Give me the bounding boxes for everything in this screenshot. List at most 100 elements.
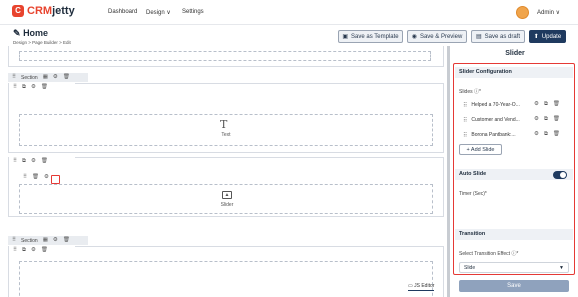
trash-icon[interactable]: 🗑 — [41, 158, 48, 165]
logo-jetty: jetty — [52, 5, 75, 17]
drag-handle-icon[interactable]: ⠿ — [13, 158, 17, 165]
columns-icon[interactable]: ▦ — [43, 74, 48, 81]
draft-icon: ▤ — [475, 34, 482, 40]
trash-icon[interactable]: 🗑 — [63, 74, 70, 81]
row-toolbar: ⠿ ⧉ ⚙ 🗑 — [9, 83, 75, 92]
drag-handle-icon[interactable]: ⠿ — [12, 74, 16, 81]
panel-title: Slider — [505, 50, 525, 57]
breadcrumb: Design > Page Builder > Edit — [13, 40, 71, 45]
page-title: ✎ Home — [13, 28, 48, 39]
trash-icon[interactable]: 🗑 — [41, 247, 48, 254]
caret-down-icon: ▼ — [559, 265, 564, 271]
slider-element[interactable]: ▲ Slider — [19, 184, 433, 214]
slide-title: Borona Pantbank:... — [471, 132, 516, 138]
copy-icon[interactable]: ⧉ — [22, 247, 26, 254]
slides-label: Slides ⓘ* — [459, 89, 481, 95]
canvas-scrollbar[interactable] — [447, 46, 450, 297]
columns-icon[interactable]: ▦ — [43, 237, 48, 244]
section-slider[interactable]: ⠿ ⧉ ⚙ 🗑 ⠿ 🗑 ⚙ ▲ Slider — [8, 157, 444, 217]
gear-icon[interactable]: ⚙ — [53, 237, 58, 244]
save-preview-label: Save & Preview — [419, 33, 463, 40]
text-element[interactable]: T Text — [19, 114, 433, 146]
trash-icon[interactable]: 🗑 — [63, 237, 70, 244]
save-icon: ▣ — [342, 34, 349, 40]
settings-icon[interactable]: ⚙ — [44, 174, 49, 181]
top-navbar: C CRM jetty Dashboard Design ∨ Settings A… — [0, 0, 578, 25]
logo-crm: CRM — [27, 5, 53, 17]
gear-icon[interactable]: ⚙ — [534, 102, 539, 108]
section-text[interactable]: ⠿ ⧉ ⚙ 🗑 T Text — [8, 83, 444, 153]
gear-icon[interactable]: ⚙ — [31, 84, 36, 91]
copy-icon[interactable]: ⧉ — [544, 102, 548, 108]
trash-icon[interactable]: 🗑 — [32, 174, 39, 181]
update-button[interactable]: ⬆ Update — [529, 30, 566, 43]
eye-icon: ◉ — [411, 34, 417, 40]
dropzone[interactable] — [19, 51, 431, 61]
trash-icon[interactable]: 🗑 — [41, 84, 48, 91]
copy-icon[interactable]: ⧉ — [544, 117, 548, 123]
trash-icon[interactable]: 🗑 — [553, 102, 560, 108]
save-as-draft-button[interactable]: ▤ Save as draft — [471, 30, 525, 43]
nav-settings[interactable]: Settings — [182, 9, 204, 15]
auto-slide-toggle[interactable] — [553, 171, 567, 179]
avatar[interactable] — [516, 6, 529, 19]
slide-title: Helped a 70-Year-O... — [471, 102, 520, 108]
drag-handle-icon[interactable]: ⠿ — [13, 247, 17, 254]
trash-icon[interactable]: 🗑 — [553, 132, 560, 138]
code-icon: ▭ — [408, 283, 413, 289]
crmjetty-logo[interactable]: C CRM jetty — [12, 5, 75, 17]
drag-handle-icon[interactable]: ⠿ — [463, 132, 467, 139]
text-element-label: Text — [221, 132, 231, 138]
transition-effect-value: Slide — [464, 265, 476, 271]
drag-handle-icon[interactable]: ⠿ — [12, 237, 16, 244]
slide-item[interactable]: ⠿ Borona Pantbank:... ⚙ ⧉ 🗑 — [463, 130, 560, 140]
dropzone[interactable] — [19, 261, 433, 297]
nav-design[interactable]: Design ∨ — [146, 9, 171, 16]
gear-icon[interactable]: ⚙ — [31, 247, 36, 254]
js-editor-label: JS Editor — [414, 283, 435, 289]
slider-configuration-header: Slider Configuration — [455, 67, 573, 78]
user-menu[interactable]: Admin ∨ — [537, 9, 560, 16]
add-slide-button[interactable]: + Add Slide — [459, 144, 502, 155]
section-toolbar: ⠿ Section ▦ ⚙ 🗑 — [8, 73, 88, 82]
drag-handle-icon[interactable]: ⠿ — [463, 102, 467, 109]
copy-icon[interactable]: ⧉ — [22, 158, 26, 165]
gear-icon[interactable]: ⚙ — [53, 74, 58, 81]
section-top[interactable] — [8, 46, 444, 67]
page-title-text: Home — [23, 28, 49, 38]
transition-effect-select[interactable]: Slide ▼ — [459, 262, 569, 273]
gear-icon[interactable]: ⚙ — [534, 132, 539, 138]
row-toolbar: ⠿ ⧉ ⚙ 🗑 — [9, 246, 75, 255]
nav-dashboard[interactable]: Dashboard — [108, 9, 137, 15]
text-icon: T — [220, 118, 228, 131]
pencil-icon: ✎ — [13, 28, 21, 38]
trash-icon[interactable]: 🗑 — [553, 117, 560, 123]
save-as-template-button[interactable]: ▣ Save as Template — [338, 30, 403, 43]
gear-icon[interactable]: ⚙ — [31, 158, 36, 165]
gear-icon[interactable]: ⚙ — [534, 117, 539, 123]
transition-header: Transition — [455, 229, 573, 240]
image-icon: ▲ — [222, 191, 232, 199]
copy-icon[interactable]: ⧉ — [544, 132, 548, 138]
section-label: Section — [21, 237, 38, 244]
logo-mark: C — [12, 5, 24, 17]
section-label: Section — [21, 74, 38, 81]
drag-handle-icon[interactable]: ⠿ — [23, 174, 27, 181]
update-label: Update — [541, 33, 562, 40]
save-preview-button[interactable]: ◉ Save & Preview — [407, 30, 467, 43]
builder-canvas: ⠿ Section ▦ ⚙ 🗑 ⠿ ⧉ ⚙ 🗑 T Text ⠿ ⧉ ⚙ 🗑 ⠿… — [0, 46, 447, 297]
section-toolbar: ⠿ Section ▦ ⚙ 🗑 — [8, 236, 88, 245]
slide-item[interactable]: ⠿ Helped a 70-Year-O... ⚙ ⧉ 🗑 — [463, 100, 560, 110]
drag-handle-icon[interactable]: ⠿ — [463, 117, 467, 124]
row-toolbar: ⠿ ⧉ ⚙ 🗑 — [9, 157, 75, 166]
update-icon: ⬆ — [533, 34, 539, 40]
js-editor-tab[interactable]: ▭ JS Editor — [408, 283, 435, 291]
slide-item[interactable]: ⠿ Customer and Vend... ⚙ ⧉ 🗑 — [463, 115, 560, 125]
save-as-template-label: Save as Template — [351, 33, 399, 40]
slider-element-label: Slider — [220, 202, 234, 208]
save-button[interactable]: Save — [459, 280, 569, 292]
section-bottom[interactable]: ⠿ ⧉ ⚙ 🗑 — [8, 246, 444, 297]
copy-icon[interactable]: ⧉ — [22, 84, 26, 91]
drag-handle-icon[interactable]: ⠿ — [13, 84, 17, 91]
timer-label: Timer (Sec)* — [459, 191, 487, 197]
